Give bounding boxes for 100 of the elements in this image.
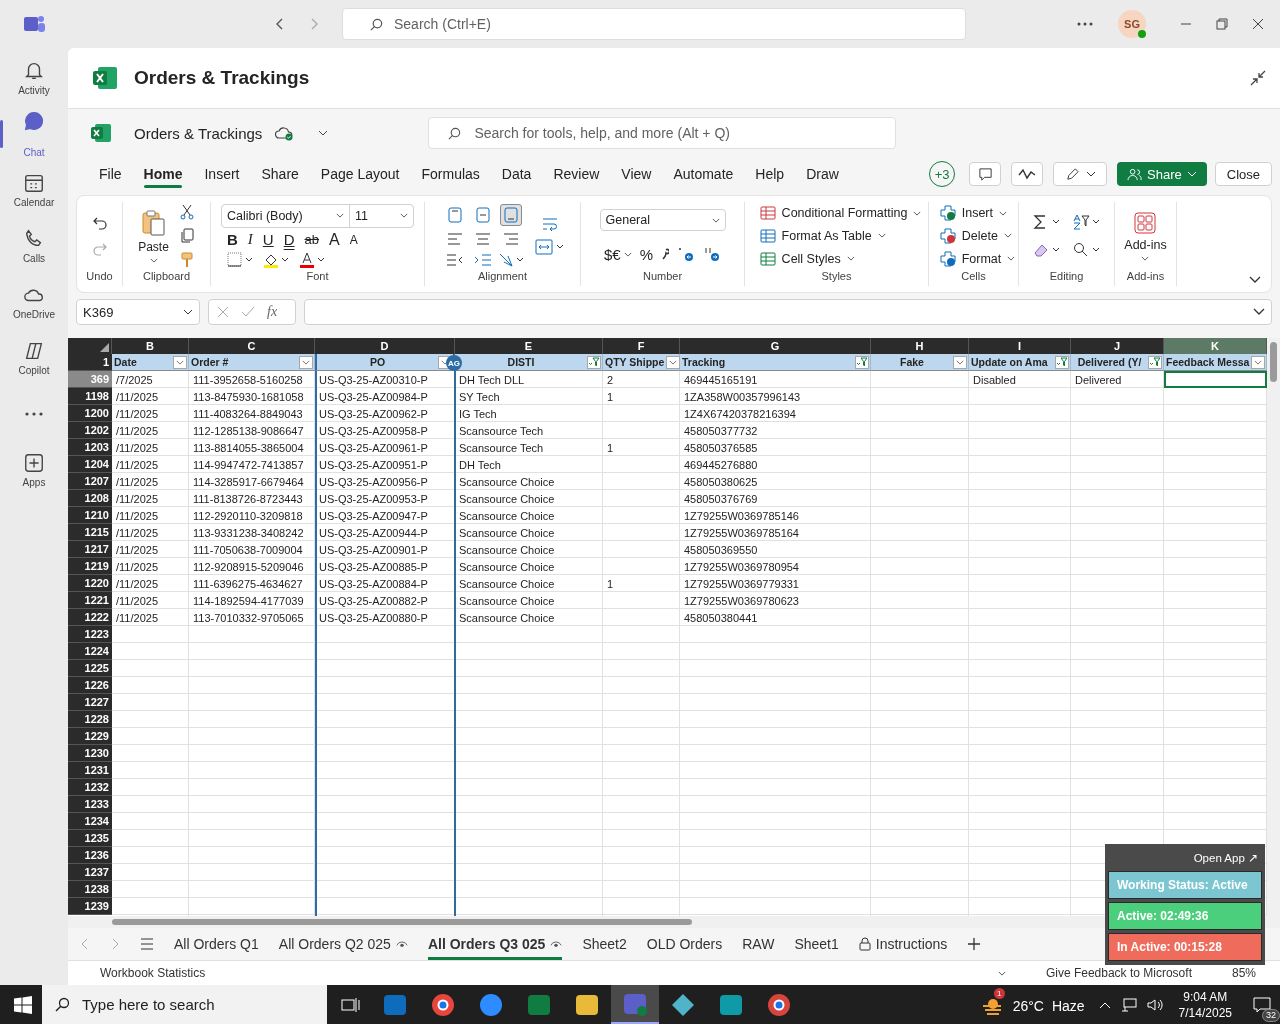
add-sheet-icon[interactable] [967,937,982,951]
font-name-dropdown[interactable]: Calibri (Body) [222,204,350,227]
row-header[interactable]: 1215 [68,524,112,541]
caret-icon[interactable] [318,130,329,136]
cloud-saved-icon[interactable] [274,125,295,141]
eraser-icon[interactable] [1032,242,1061,258]
row-header[interactable]: 1203 [68,439,112,456]
format-button[interactable]: B [227,231,238,249]
row-header[interactable]: 1221 [68,592,112,609]
currency-button[interactable]: $€ [604,245,632,263]
row-header[interactable]: 1 [68,354,112,371]
row-header[interactable]: 1217 [68,541,112,558]
font-size-dropdown[interactable]: 11 [350,204,413,227]
sheet-tab[interactable]: Sheet1 [794,928,839,960]
percent-button[interactable]: % [639,245,653,263]
filter-button[interactable] [953,355,967,369]
row-header[interactable]: 1219 [68,558,112,575]
row-header[interactable]: 1204 [68,456,112,473]
format-button[interactable]: I [247,231,253,249]
row-header[interactable]: 1220 [68,575,112,592]
row-header[interactable]: 1200 [68,405,112,422]
weather-widget[interactable]: 1 26°C Haze [980,987,1085,1022]
status-text[interactable]: Workbook Statistics [100,966,206,980]
copy-icon[interactable] [178,228,195,244]
formula-field[interactable] [304,299,1272,325]
row-header[interactable]: 1207 [68,473,112,490]
fill-color-icon[interactable] [263,252,289,269]
row-header[interactable]: 1236 [68,847,112,864]
row-header[interactable]: 1198 [68,388,112,405]
row-header[interactable]: 1210 [68,507,112,524]
chevron-up-icon[interactable] [1098,1000,1111,1009]
volume-icon[interactable] [1146,997,1165,1012]
add-ins-button[interactable]: Add-ins [1124,211,1167,261]
filter-button[interactable] [1251,355,1266,369]
brush-icon[interactable] [178,252,195,268]
sheet-tab[interactable]: All Orders Q1 [174,928,259,960]
rail-item[interactable]: Calls [0,222,68,270]
conditional-button[interactable]: Conditional Formatting [759,205,922,222]
scissors-icon[interactable] [178,204,195,220]
sheet-tab[interactable]: OLD Orders [646,928,723,960]
sort-filter-icon[interactable] [1072,214,1101,230]
row-header[interactable]: 1234 [68,813,112,830]
row-header[interactable]: 1230 [68,745,112,762]
sheet-tab[interactable]: Sheet2 [582,928,627,960]
delete-button[interactable]: Delete [939,228,1012,244]
rail-item[interactable]: Copilot [0,334,68,382]
merge-cells-icon[interactable] [534,239,565,255]
sum-icon[interactable] [1032,214,1061,230]
filter-button[interactable] [299,355,313,369]
name-box[interactable]: K369 [76,299,200,325]
paste-button[interactable]: Paste [138,209,169,263]
orientation-icon[interactable] [497,252,524,268]
format-button[interactable]: ab [304,232,319,248]
feedback-link[interactable]: Give Feedback to Microsoft [1045,966,1192,980]
selected-cell[interactable] [1164,371,1267,388]
menu-tab[interactable]: Page Layout [309,160,411,188]
comma-style-icon[interactable] [661,248,669,261]
rail-item[interactable]: Chat [0,110,68,158]
menu-icon[interactable] [140,938,154,950]
scroll-thumb[interactable] [112,919,692,925]
row-header[interactable]: 1208 [68,490,112,507]
increase-indent-icon[interactable] [473,254,492,266]
format-button[interactable]: U [262,231,274,249]
search-icon[interactable] [1072,242,1101,258]
menu-tab[interactable]: Help [744,160,796,188]
row-header[interactable]: 1202 [68,422,112,439]
row-header[interactable]: 1238 [68,881,112,898]
task-view-icon[interactable] [341,996,361,1013]
row-header[interactable]: 1237 [68,864,112,881]
format-button[interactable]: A [329,231,340,249]
menu-tab[interactable]: View [610,160,663,188]
filter-button[interactable] [173,355,187,369]
undo-icon[interactable] [91,215,108,231]
filter-button[interactable] [1055,355,1069,369]
close-icon[interactable] [1252,18,1264,30]
zoom-level[interactable]: 85% [1231,966,1256,980]
sheet-tab[interactable]: RAW [742,928,775,960]
vertical-scrollbar[interactable] [1267,338,1280,916]
row-header[interactable]: 1228 [68,711,112,728]
menu-tab[interactable]: Home [132,160,194,188]
row-header[interactable]: 1235 [68,830,112,847]
align-right-icon[interactable] [502,233,519,245]
decrease-decimal-icon[interactable] [677,246,695,263]
search-field[interactable]: Search (Ctrl+E) [342,8,966,40]
notifications-button[interactable]: 32 [1244,986,1280,1023]
row-header[interactable]: 1232 [68,779,112,796]
sheet-tab[interactable]: Instructions [858,928,948,960]
format-button[interactable]: A [349,233,358,247]
filter-button[interactable] [1148,355,1162,369]
rail-item[interactable]: Calendar [0,166,68,214]
menu-tab[interactable]: File [88,160,133,188]
menu-tab[interactable]: Draw [795,160,850,188]
search-field[interactable]: Search for tools, help, and more (Alt + Q) [428,117,897,149]
borders-icon[interactable] [227,252,253,269]
format-button[interactable]: D [283,231,295,249]
windows-start-icon[interactable] [14,995,32,1014]
menu-tab[interactable]: Formulas [410,160,491,188]
wrap-text-icon[interactable] [541,217,558,231]
menu-tab[interactable]: Data [490,160,543,188]
align-bottom-button[interactable] [499,204,522,226]
